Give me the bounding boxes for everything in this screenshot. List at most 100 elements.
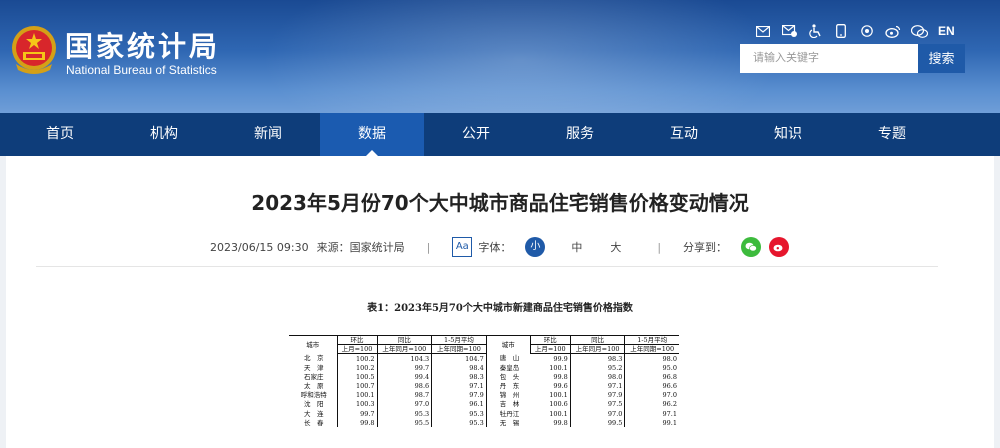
yoy-value: 99.7	[376, 363, 432, 373]
city-name: 大 连	[289, 409, 338, 419]
mom-value: 100.1	[549, 363, 568, 372]
nav-item-services[interactable]: 服务	[528, 113, 632, 156]
col-mom-2: 环比	[530, 334, 571, 346]
table-row: 石家庄 100.5 99.4 98.3 包 头 99.8 98.0 96.8	[289, 372, 679, 382]
search-input[interactable]: 请输入关键字	[740, 44, 918, 73]
city-name: 沈 阳	[289, 399, 338, 409]
meta-separator: |	[657, 240, 662, 254]
share-label: 分享到：	[683, 241, 728, 254]
mobile-icon[interactable]	[828, 22, 854, 40]
meta-divider	[36, 266, 938, 267]
yoy-value: 95.3	[376, 409, 432, 419]
nav-item-news[interactable]: 新闻	[216, 113, 320, 156]
table-row: 沈 阳 100.3 97.0 96.1 吉 林 100.6 97.5 96.2	[289, 399, 679, 409]
city-name: 无 锡	[485, 418, 531, 428]
nav-item-topics[interactable]: 专题	[840, 113, 944, 156]
nav-item-interaction[interactable]: 互动	[632, 113, 736, 156]
yoy-value: 98.3	[569, 353, 625, 364]
city-name: 石家庄	[289, 372, 338, 382]
col-yoy-base: 上年同月=100	[376, 344, 432, 355]
yoy-value: 95.5	[376, 418, 432, 428]
nav-item-disclosure[interactable]: 公开	[424, 113, 528, 156]
yoy-value: 97.0	[569, 409, 625, 419]
price-index-table: 城市 环比 同比 1-5月平均 城市 环比 同比 1-5月平均 上月=100 上…	[289, 334, 679, 428]
avg-value: 98.3	[431, 372, 487, 382]
city-name: 天 津	[289, 363, 338, 373]
city-name: 牡丹江	[485, 409, 531, 419]
avg-value: 96.6	[624, 381, 679, 391]
avg-value: 97.9	[431, 390, 487, 400]
nav-item-organization[interactable]: 机构	[112, 113, 216, 156]
table-row: 长 春 99.8 95.5 95.3 无 锡 99.8 99.5 99.1	[289, 418, 679, 428]
yoy-value: 97.1	[569, 381, 625, 391]
mom-value: 100.1	[549, 409, 568, 418]
mom-value: 99.8	[553, 372, 568, 381]
avg-value: 97.0	[624, 390, 679, 400]
nav-item-data[interactable]: 数据	[320, 113, 424, 156]
share-weibo-icon[interactable]	[769, 237, 790, 257]
col-yoy-base-2: 上年同月=100	[569, 344, 625, 355]
city-name: 北 京	[289, 353, 338, 364]
col-mom-base: 上月=100	[337, 344, 378, 355]
yoy-value: 95.2	[569, 363, 625, 373]
eye-icon[interactable]	[854, 22, 880, 40]
col-avg: 1-5月平均	[431, 334, 487, 346]
col-city: 城市	[289, 334, 338, 354]
mail-icon[interactable]	[750, 22, 776, 40]
avg-value: 95.3	[431, 409, 487, 419]
avg-value: 97.1	[624, 409, 679, 419]
article-title: 2023年5月份70个大中城市商品住宅销售价格变动情况	[251, 191, 749, 215]
mom-value: 99.8	[360, 418, 375, 427]
publish-date: 2023/06/15 09:30	[210, 240, 309, 254]
table-row: 北 京 100.2 104.3 104.7 唐 山 99.9 98.3 98.0	[289, 353, 679, 364]
yoy-value: 97.0	[376, 399, 432, 409]
banner-glow	[260, 0, 780, 113]
font-large-button[interactable]: 大	[610, 239, 621, 255]
nav-item-home[interactable]: 首页	[8, 113, 112, 156]
wechat-icon[interactable]	[906, 22, 932, 40]
city-name: 唐 山	[485, 353, 531, 364]
top-utility-icons: EN	[750, 22, 955, 40]
avg-value: 98.4	[431, 363, 487, 373]
share-wechat-icon[interactable]	[741, 237, 762, 257]
avg-value: 98.0	[624, 353, 679, 364]
language-switch-en[interactable]: EN	[938, 24, 955, 38]
accessibility-icon[interactable]	[802, 22, 828, 40]
font-medium-button[interactable]: 中	[571, 239, 582, 255]
col-mom-base-2: 上月=100	[530, 344, 571, 355]
avg-value: 95.3	[431, 418, 487, 428]
city-name: 太 原	[289, 381, 338, 391]
yoy-value: 99.5	[569, 418, 625, 428]
yoy-value: 98.6	[376, 381, 432, 391]
yoy-value: 97.9	[569, 390, 625, 400]
mom-value: 99.8	[553, 418, 568, 427]
city-name: 呼和浩特	[289, 390, 338, 400]
header-banner: 国家统计局 National Bureau of Statistics EN 请…	[0, 0, 1000, 113]
weibo-icon[interactable]	[880, 22, 906, 40]
avg-value: 96.2	[624, 399, 679, 409]
nav-item-knowledge[interactable]: 知识	[736, 113, 840, 156]
col-yoy-2: 同比	[569, 334, 625, 346]
mom-value: 100.2	[355, 363, 375, 372]
yoy-value: 104.3	[376, 353, 432, 364]
city-name: 吉 林	[485, 399, 531, 409]
city-name: 长 春	[289, 418, 338, 428]
mom-value: 100.2	[355, 354, 375, 363]
mail-check-icon[interactable]	[776, 22, 802, 40]
search-button[interactable]: 搜索	[918, 44, 965, 73]
city-name: 包 头	[485, 372, 531, 382]
mom-value: 100.1	[355, 391, 375, 400]
yoy-value: 98.7	[376, 390, 432, 400]
site-logo-text[interactable]: 国家统计局	[65, 25, 220, 65]
site-logo-english[interactable]: National Bureau of Statistics	[66, 63, 217, 77]
national-emblem-icon[interactable]	[10, 24, 58, 76]
avg-value: 96.1	[431, 399, 487, 409]
font-small-button[interactable]: 小	[525, 237, 546, 257]
font-size-label: 字体：	[478, 241, 512, 254]
mom-value: 99.7	[360, 409, 375, 418]
meta-separator: |	[426, 240, 431, 254]
table-row: 呼和浩特 100.1 98.7 97.9 锦 州 100.1 97.9 97.0	[289, 390, 679, 400]
font-size-icon: Aa	[452, 237, 473, 257]
mom-value: 99.6	[553, 382, 568, 391]
yoy-value: 98.0	[569, 372, 625, 382]
